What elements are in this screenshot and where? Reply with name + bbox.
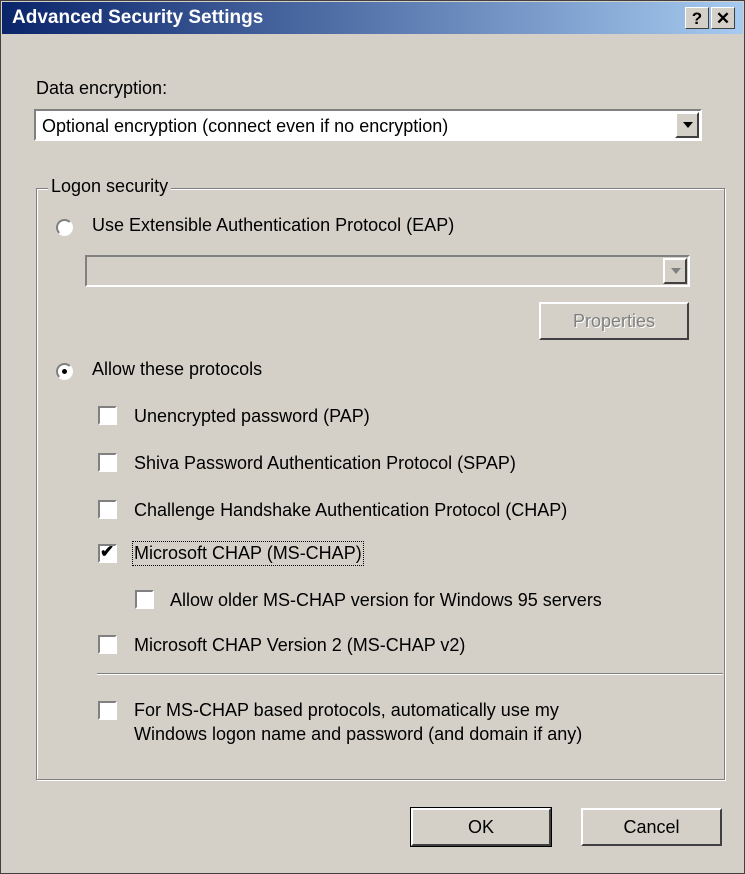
data-encryption-label: Data encryption: xyxy=(36,78,168,98)
allow-protocols-label[interactable]: Allow these protocols xyxy=(92,359,262,380)
mschap-older-checkbox[interactable] xyxy=(135,590,154,609)
mschap-older-label[interactable]: Allow older MS-CHAP version for Windows … xyxy=(170,590,602,611)
data-encryption-dropdown-button[interactable] xyxy=(675,112,699,138)
eap-type-dropdown-button[interactable] xyxy=(663,258,687,284)
checkmark-icon: ✔ xyxy=(100,542,115,561)
spap-checkbox[interactable] xyxy=(98,453,117,472)
spap-label[interactable]: Shiva Password Authentication Protocol (… xyxy=(134,453,516,474)
ok-button[interactable]: OK xyxy=(410,807,552,847)
auto-logon-label-line2[interactable]: Windows logon name and password (and dom… xyxy=(134,724,582,745)
auto-logon-label-line1[interactable]: For MS-CHAP based protocols, automatical… xyxy=(134,700,559,721)
data-encryption-value: Optional encryption (connect even if no … xyxy=(42,116,449,136)
eap-radio[interactable] xyxy=(56,219,73,236)
mschap-label[interactable]: Microsoft CHAP (MS-CHAP) xyxy=(132,541,364,566)
mschap-checkbox[interactable]: ✔ xyxy=(98,542,117,563)
properties-button[interactable]: Properties xyxy=(539,302,689,340)
chap-label[interactable]: Challenge Handshake Authentication Proto… xyxy=(134,500,567,521)
pap-label[interactable]: Unencrypted password (PAP) xyxy=(134,406,370,427)
help-button[interactable]: ? xyxy=(685,7,709,29)
data-encryption-select[interactable]: Optional encryption (connect even if no … xyxy=(34,109,702,141)
eap-option-label[interactable]: Use Extensible Authentication Protocol (… xyxy=(92,215,454,236)
window-title: Advanced Security Settings xyxy=(12,7,264,28)
pap-checkbox[interactable] xyxy=(98,406,117,425)
cancel-button[interactable]: Cancel xyxy=(581,808,722,846)
advanced-security-settings-dialog: Advanced Security Settings ? ✕ Data encr… xyxy=(0,0,745,874)
close-icon: ✕ xyxy=(715,9,731,28)
radio-selected-dot xyxy=(62,369,67,374)
auto-logon-checkbox[interactable] xyxy=(98,701,117,720)
logon-security-label: Logon security xyxy=(48,176,172,197)
mschapv2-label[interactable]: Microsoft CHAP Version 2 (MS-CHAP v2) xyxy=(134,635,465,656)
close-button[interactable]: ✕ xyxy=(711,7,735,29)
allow-protocols-radio[interactable] xyxy=(56,363,73,380)
chevron-down-icon xyxy=(671,268,681,274)
separator xyxy=(97,673,723,675)
chevron-down-icon xyxy=(683,122,693,128)
chap-checkbox[interactable] xyxy=(98,500,117,519)
mschapv2-checkbox[interactable] xyxy=(98,635,117,654)
eap-type-select[interactable] xyxy=(85,255,690,287)
title-bar[interactable]: Advanced Security Settings ? ✕ xyxy=(2,2,743,34)
